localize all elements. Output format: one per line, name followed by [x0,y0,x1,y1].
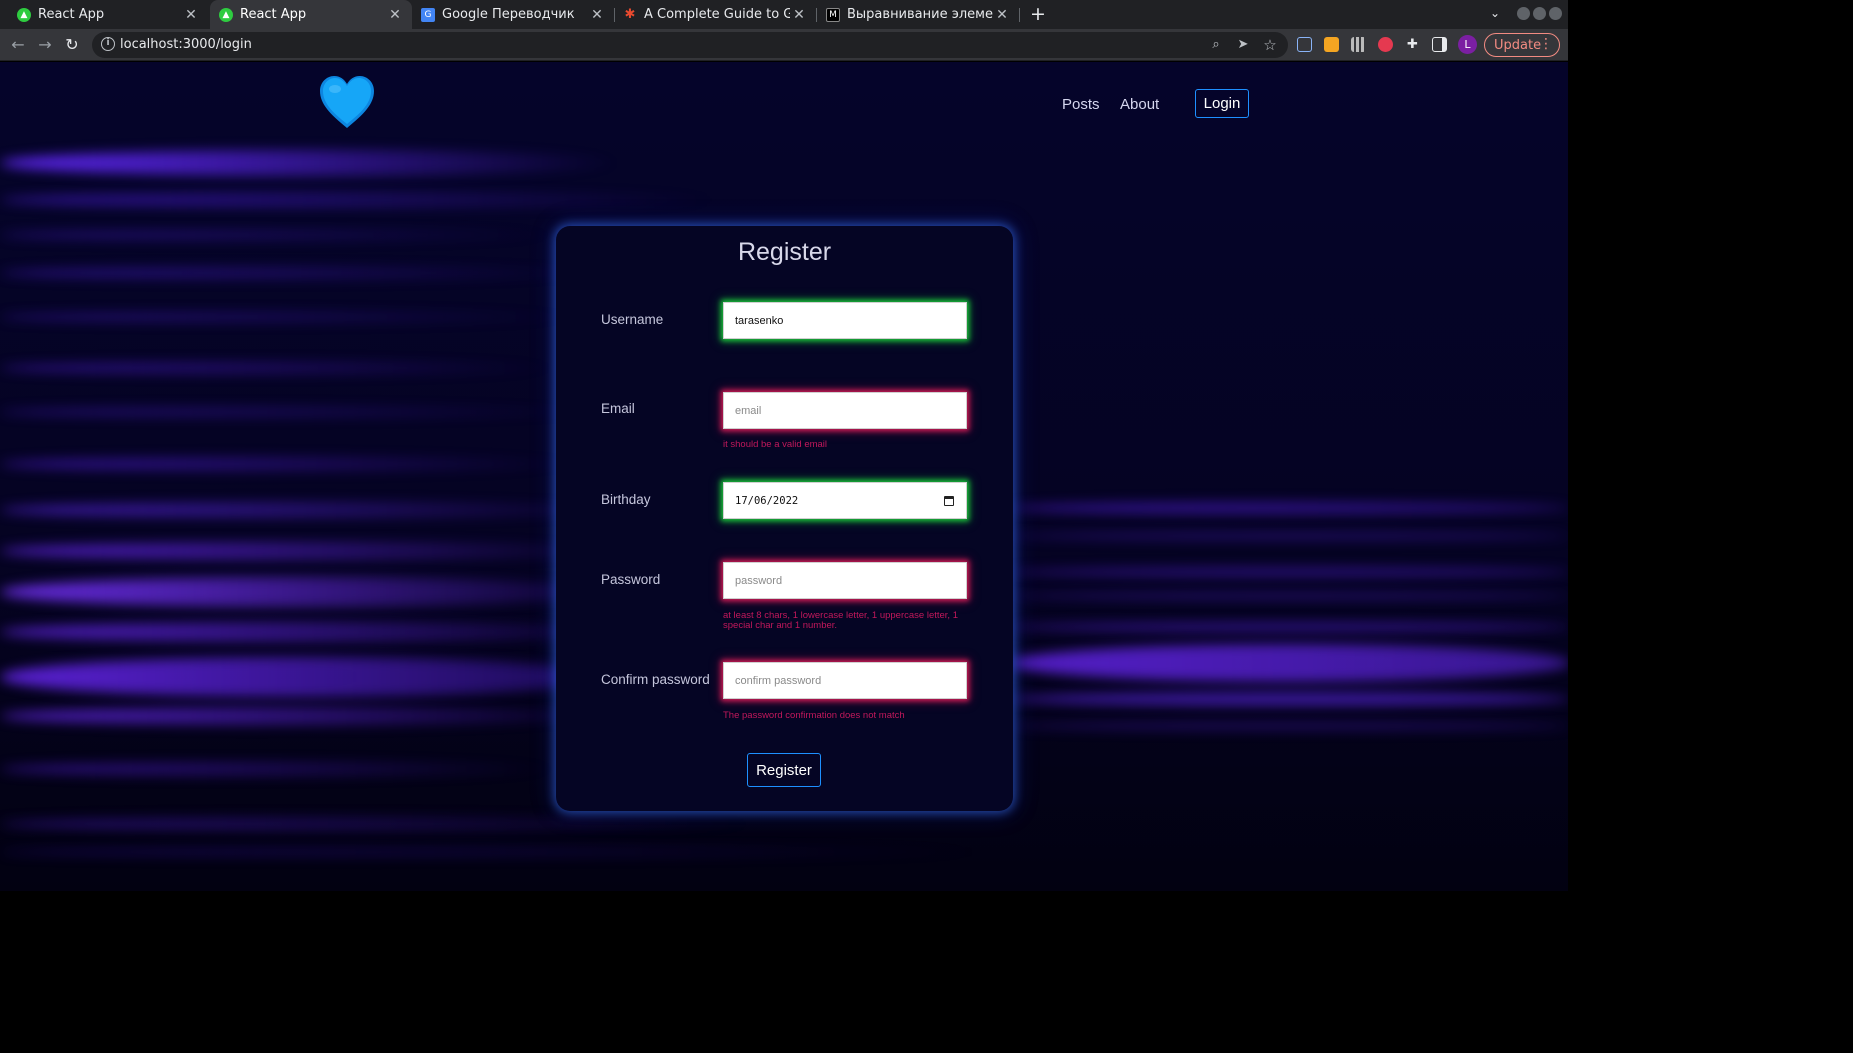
tab-css-tricks-grid[interactable]: ✱ A Complete Guide to Grid ✕ [615,0,816,29]
new-tab-button[interactable]: + [1028,4,1048,24]
asterisk-favicon-icon: ✱ [624,7,636,22]
register-submit-button[interactable]: Register [747,753,821,787]
tab-bar: ▲ React App ✕ ▲ React App ✕ G Google Пер… [0,0,1568,29]
close-window-icon[interactable] [1549,7,1562,20]
extension-record-icon[interactable] [1378,37,1393,52]
tab-react-app-2[interactable]: ▲ React App ✕ [210,0,412,29]
close-tab-icon[interactable]: ✕ [993,7,1011,23]
birthday-value: 17/06/2022 [735,494,799,507]
username-field[interactable]: tarasenko [723,302,967,339]
birthday-label: Birthday [601,492,651,507]
close-tab-icon[interactable]: ✕ [790,7,808,23]
extension-table-icon[interactable] [1351,37,1366,52]
close-tab-icon[interactable]: ✕ [386,7,404,23]
confirm-password-error: The password confirmation does not match [723,710,905,721]
extension-pi-icon[interactable] [1297,37,1312,52]
password-placeholder: password [735,574,783,587]
side-panel-icon[interactable] [1432,37,1447,52]
tab-medium-alignment[interactable]: M Выравнивание элементов ✕ [817,0,1019,29]
reload-icon[interactable]: ↻ [62,35,82,55]
address-bar[interactable]: i localhost:3000/login ⌕ ➤ ☆ [92,32,1288,58]
password-field[interactable]: password [723,562,967,599]
back-arrow-icon[interactable]: ← [8,35,28,55]
email-error: it should be a valid email [723,439,828,450]
extensions-puzzle-icon[interactable]: ✚ [1405,37,1420,52]
tab-title: React App [38,7,105,22]
email-placeholder: email [735,404,762,417]
google-translate-favicon-icon: G [421,7,435,22]
zoom-icon[interactable]: ⌕ [1207,36,1225,54]
register-form-card: Register Username tarasenko Email email … [556,226,1013,811]
close-tab-icon[interactable]: ✕ [182,7,200,23]
tab-title: Google Переводчик [442,7,575,22]
bookmark-star-icon[interactable]: ☆ [1261,36,1279,54]
update-button[interactable]: Update ⋮ [1484,33,1560,57]
confirm-password-placeholder: confirm password [735,674,822,687]
tab-title: React App [240,7,307,22]
email-label: Email [601,401,635,416]
more-menu-icon[interactable]: ⋮ [1539,36,1553,52]
confirm-password-field[interactable]: confirm password [723,662,967,699]
update-label: Update [1494,37,1542,53]
react-app-favicon-icon: ▲ [219,7,233,22]
react-app-favicon-icon: ▲ [17,7,31,22]
page-viewport: Posts About Login Register Username tara… [0,62,1568,891]
browser-toolbar: ← → ↻ i localhost:3000/login ⌕ ➤ ☆ ✚ L U… [0,29,1568,61]
url-text[interactable]: localhost:3000/login [120,37,252,52]
tab-google-translate[interactable]: G Google Переводчик ✕ [412,0,614,29]
login-button[interactable]: Login [1195,89,1249,118]
extension-grid-icon[interactable] [1324,37,1339,52]
calendar-icon[interactable] [944,496,954,506]
forward-arrow-icon[interactable]: → [35,35,55,55]
tab-search-chevron-icon[interactable]: ⌄ [1490,6,1500,20]
form-title: Register [737,238,832,266]
tab-title: Выравнивание элементов [847,7,993,22]
heart-logo-icon[interactable] [318,74,376,130]
profile-avatar[interactable]: L [1458,35,1477,54]
password-label: Password [601,572,661,587]
minimize-window-icon[interactable] [1517,7,1530,20]
nav-link-posts[interactable]: Posts [1062,96,1100,113]
password-error: at least 8 chars, 1 lowercase letter, 1 … [723,610,958,631]
tab-separator [1019,8,1020,22]
username-label: Username [601,312,664,327]
tab-title: A Complete Guide to Grid [644,7,790,22]
close-tab-icon[interactable]: ✕ [588,7,606,23]
email-field[interactable]: email [723,392,967,429]
site-info-icon[interactable]: i [101,37,115,51]
username-value: tarasenko [735,314,784,327]
nav-link-about[interactable]: About [1120,96,1159,113]
birthday-date-field[interactable]: 17/06/2022 [723,482,967,519]
send-tab-icon[interactable]: ➤ [1234,36,1252,54]
confirm-password-label: Confirm password [601,672,710,687]
tab-react-app-1[interactable]: ▲ React App ✕ [0,0,208,29]
maximize-window-icon[interactable] [1533,7,1546,20]
medium-favicon-icon: M [826,7,840,22]
